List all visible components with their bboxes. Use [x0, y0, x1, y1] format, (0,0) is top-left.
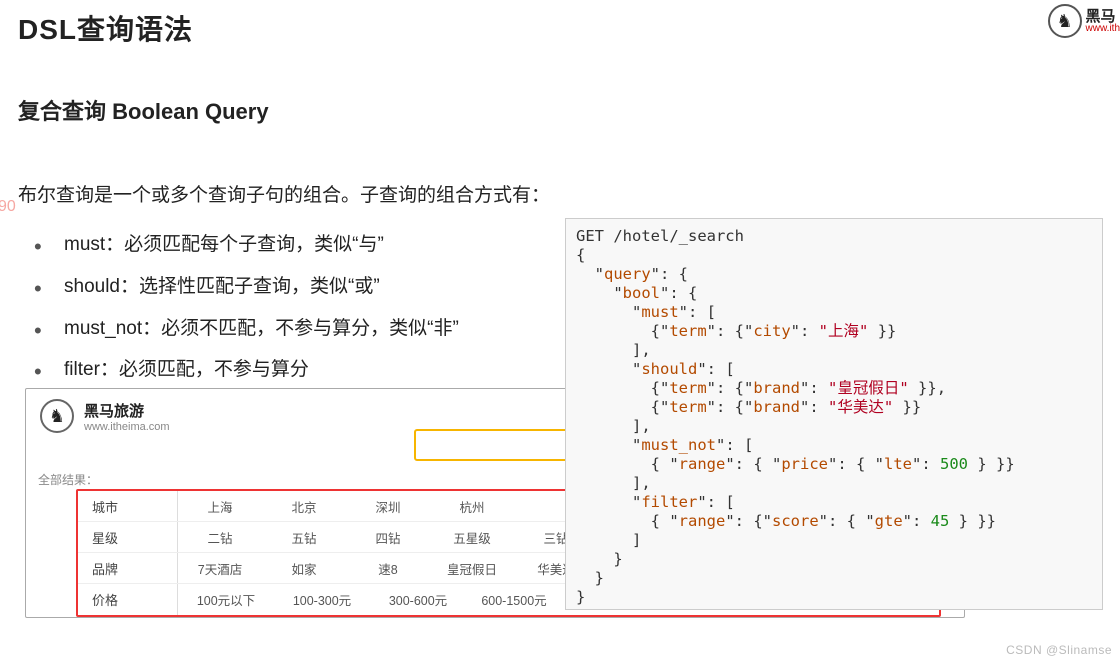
filter-option[interactable]: 四钻 — [346, 528, 430, 547]
horse-icon: ♞ — [1048, 4, 1082, 38]
filter-option[interactable]: 皇冠假日 — [430, 559, 514, 578]
all-results-label: 全部结果： — [38, 471, 98, 488]
filter-option[interactable]: 二钻 — [178, 528, 262, 547]
filter-option[interactable]: 北京 — [262, 497, 346, 516]
filter-option[interactable]: 300-600元 — [370, 590, 466, 609]
row-label: 城市 — [78, 491, 178, 521]
row-label: 价格 — [78, 584, 178, 615]
filter-option[interactable]: 600-1500元 — [466, 590, 562, 609]
row-label: 星级 — [78, 522, 178, 552]
filter-option[interactable]: 五星级 — [430, 528, 514, 547]
edge-number: 90 — [0, 198, 16, 216]
filter-option[interactable]: 深圳 — [346, 497, 430, 516]
page-title: DSL查询语法 — [18, 8, 1102, 48]
row-label: 品牌 — [78, 553, 178, 583]
logo-chinese: 黑马 — [1086, 9, 1120, 24]
horse-icon: ♞ — [40, 399, 74, 433]
filter-option[interactable]: 如家 — [262, 559, 346, 578]
filter-option[interactable]: 100-300元 — [274, 590, 370, 609]
filter-option[interactable]: 速8 — [346, 559, 430, 578]
ui-brand: 黑马旅游 — [84, 400, 170, 421]
ui-site: www.itheima.com — [84, 421, 170, 433]
filter-option[interactable]: 7天酒店 — [178, 559, 262, 578]
section-intro: 布尔查询是一个或多个查询子句的组合。子查询的组合方式有： — [18, 180, 1102, 207]
filter-option[interactable]: 杭州 — [430, 497, 514, 516]
filter-option[interactable]: 100元以下 — [178, 590, 274, 609]
section-subtitle: 复合查询 Boolean Query — [18, 94, 1102, 126]
watermark: CSDN @Slinamse — [1006, 643, 1112, 657]
request-line: GET /hotel/_search — [576, 227, 744, 245]
code-block: GET /hotel/_search { "query": { "bool": … — [566, 219, 1102, 615]
site-logo: ♞ 黑马 www.ith — [1048, 4, 1120, 38]
filter-option[interactable]: 上海 — [178, 497, 262, 516]
slide-page: ♞ 黑马 www.ith DSL查询语法 复合查询 Boolean Query … — [0, 0, 1120, 661]
filter-option[interactable]: 五钻 — [262, 528, 346, 547]
code-panel: GET /hotel/_search { "query": { "bool": … — [565, 218, 1103, 610]
logo-english: www.ith — [1086, 24, 1120, 34]
